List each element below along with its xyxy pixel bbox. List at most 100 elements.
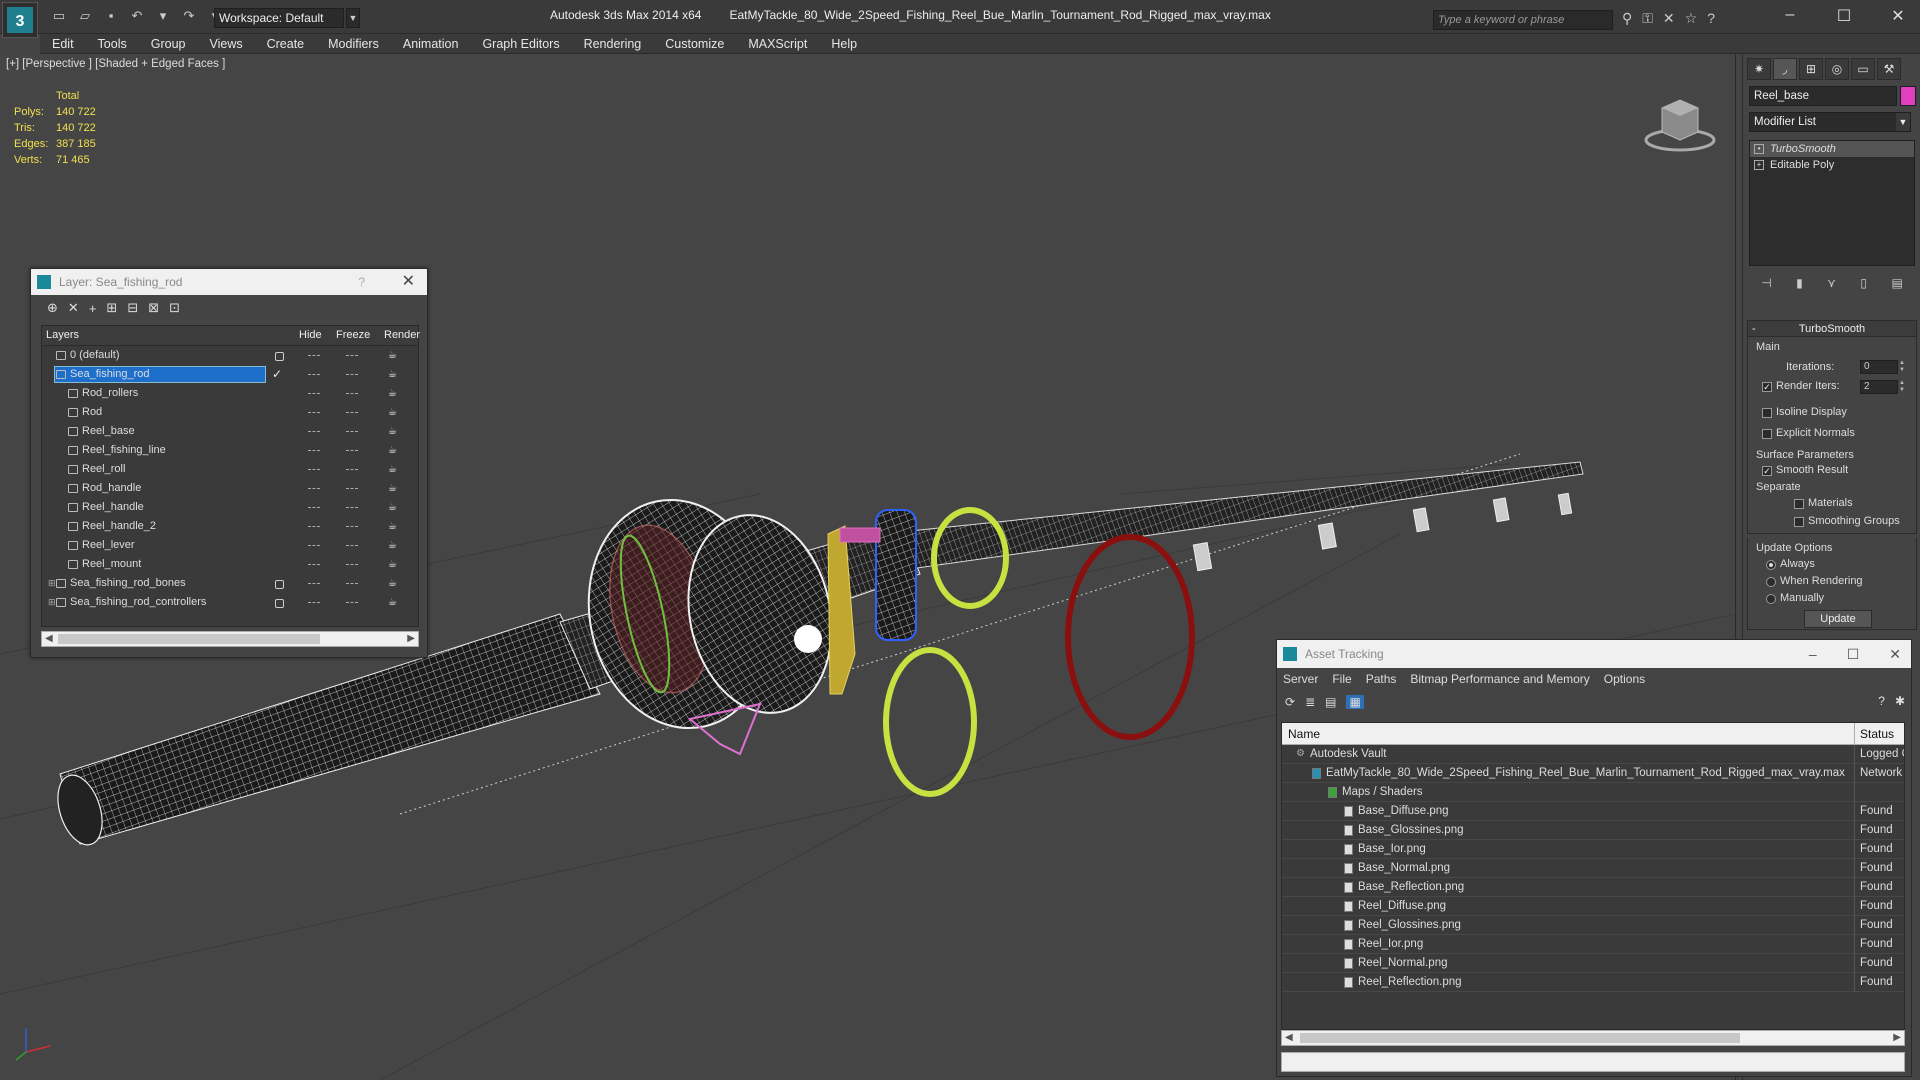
configure-modifier-sets-icon[interactable]: ▤: [1891, 276, 1902, 290]
object-color-swatch[interactable]: [1900, 86, 1916, 106]
layer-row[interactable]: Reel_lever ☕: [42, 536, 418, 555]
add-to-layer-icon[interactable]: +: [89, 301, 97, 316]
motion-tab-icon[interactable]: ◎: [1825, 58, 1849, 80]
render-teapot-icon[interactable]: ☕: [388, 446, 397, 456]
create-tab-icon[interactable]: ✷: [1747, 58, 1771, 80]
binoculars-icon[interactable]: ⚲: [1622, 10, 1632, 27]
freeze-toggle[interactable]: [346, 431, 358, 432]
menu-item-server[interactable]: Server: [1283, 672, 1318, 686]
display-tab-icon[interactable]: ▭: [1851, 58, 1875, 80]
hide-toggle[interactable]: [308, 393, 320, 394]
menu-item-create[interactable]: Create: [255, 37, 317, 51]
freeze-toggle[interactable]: [346, 374, 358, 375]
freeze-toggle[interactable]: [346, 564, 358, 565]
explicit-normals-checkbox[interactable]: [1762, 429, 1772, 439]
freeze-toggle[interactable]: [346, 393, 358, 394]
pin-stack-icon[interactable]: ⊣: [1761, 276, 1771, 290]
menu-item-tools[interactable]: Tools: [86, 37, 139, 51]
stack-item-editable-poly[interactable]: + Editable Poly: [1750, 157, 1914, 173]
layer-row[interactable]: Reel_fishing_line ☕: [42, 441, 418, 460]
menu-item-paths[interactable]: Paths: [1366, 672, 1397, 686]
expand-plus-icon[interactable]: ⊞: [48, 574, 56, 593]
remove-modifier-icon[interactable]: ▯: [1860, 276, 1867, 290]
freeze-toggle[interactable]: [346, 526, 358, 527]
iterations-spinner[interactable]: 0: [1860, 360, 1898, 374]
menu-item-views[interactable]: Views: [197, 37, 254, 51]
freeze-toggle[interactable]: [346, 488, 358, 489]
freeze-toggle[interactable]: [346, 602, 358, 603]
render-teapot-icon[interactable]: ☕: [388, 389, 397, 399]
hierarchy-tab-icon[interactable]: ⊞: [1799, 58, 1823, 80]
highlight-layer-icon[interactable]: ⊟: [127, 300, 138, 316]
chevron-down-icon[interactable]: ▼: [346, 8, 360, 28]
render-teapot-icon[interactable]: ☕: [388, 408, 397, 418]
viewcube-icon[interactable]: [1640, 90, 1720, 160]
render-teapot-icon[interactable]: ☕: [388, 522, 397, 532]
refresh-icon[interactable]: ⟳: [1285, 695, 1295, 709]
subscription-icon[interactable]: ⚿: [1642, 10, 1653, 27]
spinner-arrows-icon[interactable]: ▲ ▼: [1898, 360, 1906, 374]
communication-center-icon[interactable]: ✕: [1663, 10, 1675, 27]
freeze-toggle[interactable]: [346, 507, 358, 508]
asset-row[interactable]: Reel_Ior.png Found: [1282, 935, 1904, 954]
menu-item-graph-editors[interactable]: Graph Editors: [470, 37, 571, 51]
layer-row[interactable]: Reel_mount ☕: [42, 555, 418, 574]
column-header-freeze[interactable]: Freeze: [336, 329, 370, 341]
minimize-icon[interactable]: –: [1778, 6, 1802, 26]
column-header-hide[interactable]: Hide: [299, 329, 322, 341]
close-icon[interactable]: ✕: [1886, 6, 1910, 26]
freeze-toggle[interactable]: [346, 583, 358, 584]
render-teapot-icon[interactable]: ☕: [388, 465, 397, 475]
help-icon[interactable]: ?: [358, 269, 365, 295]
undo-icon[interactable]: ↶: [128, 8, 146, 24]
undo-dropdown-icon[interactable]: ▾: [154, 8, 172, 24]
menu-item-animation[interactable]: Animation: [391, 37, 471, 51]
scroll-right-icon[interactable]: ▶: [407, 632, 415, 646]
asset-row[interactable]: Reel_Reflection.png Found: [1282, 973, 1904, 992]
hide-toggle[interactable]: [308, 469, 320, 470]
scrollbar-thumb[interactable]: [1300, 1033, 1740, 1043]
modifier-list-dropdown[interactable]: Modifier List ▼: [1749, 112, 1911, 132]
close-icon[interactable]: ✕: [402, 269, 415, 295]
render-teapot-icon[interactable]: ☕: [388, 579, 397, 589]
freeze-toggle[interactable]: [346, 469, 358, 470]
layer-row[interactable]: Rod_handle ☕: [42, 479, 418, 498]
help-icon[interactable]: ?: [1707, 10, 1715, 27]
asset-row[interactable]: Reel_Diffuse.png Found: [1282, 897, 1904, 916]
render-iters-checkbox[interactable]: ✓: [1762, 382, 1772, 392]
hide-toggle[interactable]: [308, 545, 320, 546]
scroll-left-icon[interactable]: ◀: [45, 632, 53, 646]
new-file-icon[interactable]: ▭: [50, 8, 68, 24]
menu-item-rendering[interactable]: Rendering: [572, 37, 654, 51]
render-teapot-icon[interactable]: ☕: [388, 370, 397, 380]
minimize-icon[interactable]: –: [1809, 640, 1817, 668]
spinner-arrows-icon[interactable]: ▲ ▼: [1898, 380, 1906, 394]
expand-plus-icon[interactable]: ⊞: [48, 593, 56, 612]
asset-row[interactable]: Base_Normal.png Found: [1282, 859, 1904, 878]
asset-row[interactable]: ⚙ Autodesk Vault Logged O: [1282, 745, 1904, 764]
always-radio[interactable]: [1766, 560, 1776, 570]
hide-toggle[interactable]: [308, 602, 320, 603]
freeze-toggle[interactable]: [346, 450, 358, 451]
hide-toggle[interactable]: [308, 526, 320, 527]
layer-row[interactable]: Reel_handle ☕: [42, 498, 418, 517]
layer-row[interactable]: 0 (default) ☕: [42, 346, 418, 365]
column-header-name[interactable]: Name: [1288, 727, 1320, 741]
expand-plus-icon[interactable]: +: [1754, 160, 1764, 170]
hide-toggle[interactable]: [308, 374, 320, 375]
hide-toggle[interactable]: [308, 488, 320, 489]
update-button[interactable]: Update: [1804, 610, 1872, 628]
list-view-icon[interactable]: ≣: [1305, 695, 1315, 709]
maximize-icon[interactable]: ☐: [1847, 640, 1860, 668]
asset-row[interactable]: Reel_Glossines.png Found: [1282, 916, 1904, 935]
horizontal-scrollbar[interactable]: ◀ ▶: [41, 631, 419, 647]
freeze-toggle[interactable]: [346, 412, 358, 413]
render-teapot-icon[interactable]: ☕: [388, 484, 397, 494]
column-header-layers[interactable]: Layers: [46, 329, 79, 341]
layer-row[interactable]: Rod ☕: [42, 403, 418, 422]
dialog-titlebar[interactable]: Layer: Sea_fishing_rod ? ✕: [31, 269, 427, 295]
column-header-render[interactable]: Render: [384, 329, 420, 341]
materials-checkbox[interactable]: [1794, 499, 1804, 509]
asset-row[interactable]: Reel_Normal.png Found: [1282, 954, 1904, 973]
dialog-titlebar[interactable]: Asset Tracking – ☐ ✕: [1277, 640, 1911, 668]
